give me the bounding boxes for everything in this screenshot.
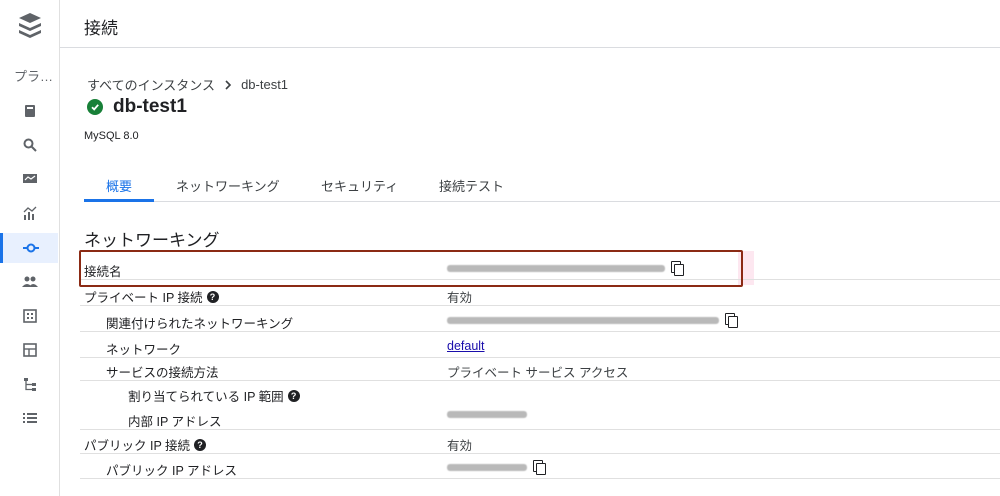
tab-connectivity-test[interactable]: 接続テスト	[439, 176, 504, 195]
redacted-value	[447, 463, 527, 471]
service-connection-label: サービスの接続方法	[106, 366, 219, 380]
search-icon[interactable]	[20, 135, 40, 155]
list-icon[interactable]	[20, 408, 40, 428]
section-title: ネットワーキング	[84, 231, 220, 250]
rail-product-label: プラ…	[14, 69, 54, 84]
instance-name: db-test1	[113, 96, 187, 117]
breadcrumb-current: db-test1	[241, 77, 289, 92]
tab-bar: 概要 ネットワーキング セキュリティ 接続テスト	[84, 166, 1000, 202]
status-ok-icon	[87, 99, 103, 115]
help-icon[interactable]: ?	[194, 438, 207, 451]
copy-icon[interactable]	[725, 313, 738, 328]
network-value-wrap: default	[447, 339, 485, 353]
hierarchy-icon[interactable]	[20, 374, 40, 394]
sql-logo-icon[interactable]	[18, 12, 42, 38]
allocated-range-label: 割り当てられている IP 範囲	[128, 390, 284, 404]
public-ip-address-label: パブリック IP アドレス	[106, 464, 238, 478]
page-header: 接続	[60, 0, 1000, 48]
chevron-right-icon	[225, 79, 232, 90]
monitor-icon[interactable]	[20, 169, 40, 189]
row-associated-network: 関連付けられたネットワーキング	[80, 308, 1000, 332]
internal-ip-value	[447, 411, 527, 418]
associated-network-label: 関連付けられたネットワーキング	[106, 317, 294, 331]
redacted-value	[447, 411, 527, 418]
highlight-box	[79, 250, 743, 287]
private-ip-label: プライベート IP 接続	[84, 291, 203, 305]
left-nav-rail: プラ…	[0, 0, 60, 496]
public-ip-label: パブリック IP 接続	[84, 439, 191, 453]
help-icon[interactable]: ?	[287, 389, 300, 402]
copy-icon[interactable]	[533, 460, 546, 475]
network-label: ネットワーク	[106, 343, 182, 357]
active-tab-indicator	[84, 199, 154, 202]
chart-icon[interactable]	[20, 203, 40, 223]
breadcrumb: すべてのインスタンス db-test1	[87, 75, 288, 94]
storage-icon[interactable]	[20, 101, 40, 121]
users-icon[interactable]	[20, 272, 40, 292]
associated-network-value	[447, 313, 738, 328]
private-ip-value: 有効	[447, 291, 473, 305]
private-ip-label-wrap: プライベート IP 接続 ?	[84, 287, 219, 306]
tab-networking[interactable]: ネットワーキング	[176, 176, 280, 195]
row-public-ip-address: パブリック IP アドレス	[80, 455, 1000, 479]
row-internal-ip: 内部 IP アドレス	[80, 406, 1000, 430]
public-ip-label-wrap: パブリック IP 接続 ?	[84, 435, 207, 454]
tab-overview[interactable]: 概要	[106, 176, 132, 195]
database-version: MySQL 8.0	[84, 130, 139, 142]
page-title: 接続	[84, 19, 118, 38]
row-service-connection: サービスの接続方法 プライベート サービス アクセス	[80, 357, 1000, 381]
tab-security[interactable]: セキュリティ	[321, 176, 398, 195]
layout-icon[interactable]	[20, 340, 40, 360]
service-connection-value: プライベート サービス アクセス	[447, 366, 629, 380]
connection-icon[interactable]	[0, 233, 58, 263]
help-icon[interactable]: ?	[206, 290, 219, 303]
network-default-link[interactable]: default	[447, 339, 485, 353]
row-allocated-range: 割り当てられている IP 範囲 ?	[80, 381, 1000, 405]
row-public-ip: パブリック IP 接続 ? 有効	[80, 430, 1000, 454]
redacted-value	[447, 316, 719, 324]
allocated-range-label-wrap: 割り当てられている IP 範囲 ?	[128, 386, 300, 405]
breadcrumb-all-instances-link[interactable]: すべてのインスタンス	[87, 75, 215, 94]
internal-ip-label: 内部 IP アドレス	[128, 415, 222, 429]
public-ip-address-value	[447, 460, 546, 475]
instance-header: db-test1	[87, 96, 187, 118]
grid-icon[interactable]	[20, 306, 40, 326]
row-network: ネットワーク default	[80, 334, 1000, 358]
public-ip-value: 有効	[447, 439, 473, 453]
